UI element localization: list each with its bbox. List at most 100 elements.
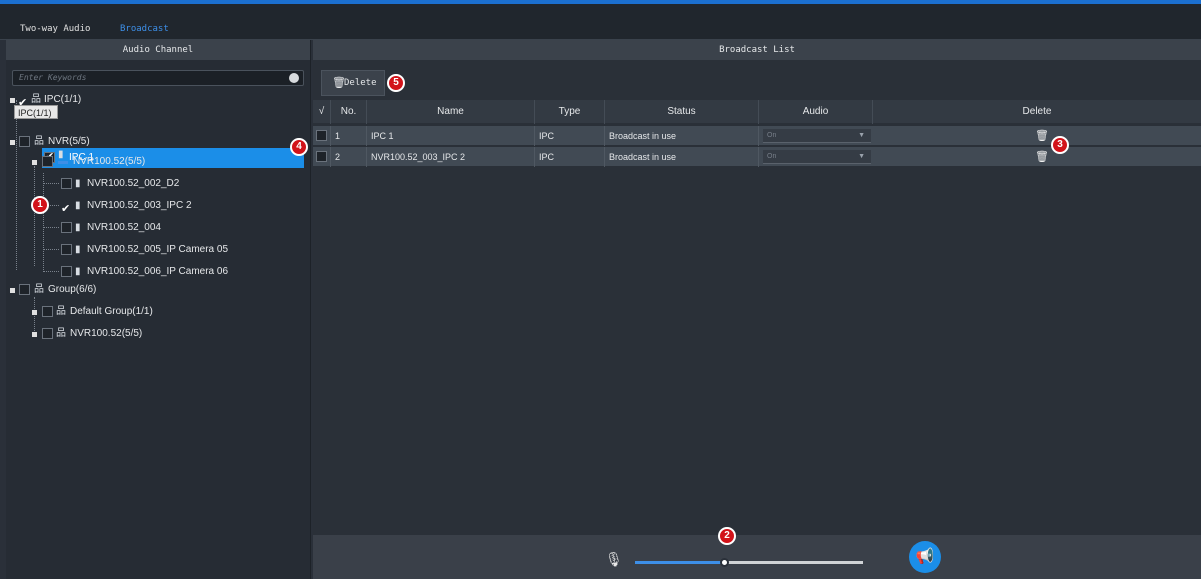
row-name: IPC 1 bbox=[367, 126, 535, 146]
camera-icon: ▮ bbox=[75, 266, 81, 277]
tree-node-camera[interactable]: ▮ NVR100.52_006_IP Camera 06 bbox=[6, 263, 296, 281]
search-input[interactable]: Enter Keywords bbox=[12, 70, 304, 86]
checkbox[interactable] bbox=[42, 156, 53, 167]
delete-button-label: Delete bbox=[344, 78, 377, 88]
tab-bar: Two-way Audio Broadcast bbox=[0, 4, 1201, 43]
row-no: 1 bbox=[331, 126, 367, 146]
checkbox[interactable] bbox=[316, 130, 327, 141]
checkbox[interactable] bbox=[61, 244, 72, 255]
checkbox[interactable] bbox=[61, 266, 72, 277]
expand-icon[interactable] bbox=[32, 160, 37, 165]
tooltip: IPC(1/1) bbox=[14, 105, 58, 119]
volume-slider[interactable] bbox=[635, 558, 863, 567]
checkbox[interactable] bbox=[19, 136, 30, 147]
audio-select[interactable]: On ▼ bbox=[763, 129, 871, 143]
checkbox[interactable]: ✔ bbox=[18, 94, 29, 109]
audio-channel-header: Audio Channel bbox=[6, 40, 310, 60]
network-tree-icon: 品 bbox=[34, 136, 44, 147]
col-type: Type bbox=[535, 100, 605, 124]
col-name: Name bbox=[367, 100, 535, 124]
row-type: IPC bbox=[535, 126, 605, 146]
checkbox[interactable] bbox=[61, 178, 72, 189]
tree-node-default-group[interactable]: 品 Default Group(1/1) bbox=[6, 303, 226, 321]
table-row[interactable]: 2 NVR100.52_003_IPC 2 IPC Broadcast in u… bbox=[313, 147, 1201, 167]
row-name: NVR100.52_003_IPC 2 bbox=[367, 147, 535, 167]
audio-select-value: On bbox=[767, 132, 777, 139]
tree-label: Default Group(1/1) bbox=[70, 306, 153, 317]
trash-icon[interactable]: 🗑 bbox=[1035, 150, 1049, 163]
tree-node-camera[interactable]: ▮ NVR100.52_004 bbox=[6, 219, 286, 237]
chevron-down-icon: ▼ bbox=[858, 132, 865, 139]
col-status: Status bbox=[605, 100, 759, 124]
col-delete: Delete bbox=[1022, 106, 1052, 117]
volume-slider-knob[interactable] bbox=[720, 558, 729, 567]
trash-icon: 🗑 bbox=[332, 76, 346, 89]
checkbox[interactable] bbox=[19, 284, 30, 295]
search-icon[interactable] bbox=[289, 73, 299, 83]
broadcast-list-panel: Broadcast List 🗑 Delete 5 √ No. Name Typ… bbox=[313, 40, 1201, 579]
tree-label: NVR100.52_006_IP Camera 06 bbox=[87, 266, 229, 277]
tree-node-group[interactable]: 品 Group(6/6) bbox=[6, 281, 206, 299]
tree-node-nvr-device[interactable]: ▬ NVR100.52(5/5) bbox=[6, 153, 256, 171]
camera-icon: ▮ bbox=[75, 200, 81, 211]
tree-label: NVR100.52_004 bbox=[87, 222, 161, 233]
callout-4: 4 bbox=[290, 138, 308, 156]
toolbar: 🗑 Delete 5 bbox=[313, 60, 1201, 100]
tree-node-nvr-group[interactable]: 品 NVR(5/5) bbox=[6, 133, 206, 151]
delete-button[interactable]: 🗑 Delete bbox=[321, 70, 385, 96]
network-tree-icon: 品 bbox=[34, 284, 44, 295]
megaphone-icon[interactable]: 📢 bbox=[909, 541, 941, 573]
search-placeholder: Enter Keywords bbox=[19, 73, 87, 82]
checkbox[interactable] bbox=[42, 306, 53, 317]
tree-label: NVR100.52(5/5) bbox=[70, 328, 143, 339]
expand-icon[interactable] bbox=[10, 288, 15, 293]
camera-icon: ▮ bbox=[75, 222, 81, 233]
expand-icon[interactable] bbox=[32, 332, 37, 337]
checkbox[interactable] bbox=[61, 222, 72, 233]
tab-broadcast[interactable]: Broadcast bbox=[120, 24, 169, 40]
expand-icon[interactable] bbox=[10, 98, 15, 103]
tree-node-camera[interactable]: ▮ NVR100.52_005_IP Camera 05 bbox=[6, 241, 296, 259]
expand-icon[interactable] bbox=[10, 140, 15, 145]
microphone-icon[interactable]: 🎙 bbox=[605, 551, 623, 571]
callout-2: 2 bbox=[718, 527, 736, 545]
col-audio: Audio bbox=[759, 100, 873, 124]
camera-icon: ▮ bbox=[75, 178, 81, 189]
tree-label: Group(6/6) bbox=[48, 284, 97, 295]
row-no: 2 bbox=[331, 147, 367, 167]
row-type: IPC bbox=[535, 147, 605, 167]
trash-icon[interactable]: 🗑 bbox=[1035, 129, 1049, 142]
row-checkbox-cell[interactable] bbox=[313, 147, 331, 167]
callout-1: 1 bbox=[31, 196, 49, 214]
table-header: √ No. Name Type Status Audio Delete bbox=[313, 100, 1201, 124]
expand-icon[interactable] bbox=[32, 310, 37, 315]
audio-select[interactable]: On ▼ bbox=[763, 150, 871, 164]
network-tree-icon: 品 bbox=[56, 328, 66, 339]
tree-node-camera[interactable]: ▮ NVR100.52_002_D2 bbox=[6, 175, 286, 193]
callout-3: 3 bbox=[1051, 136, 1069, 154]
camera-icon: ▮ bbox=[75, 244, 81, 255]
network-tree-icon: 品 bbox=[56, 306, 66, 317]
chevron-down-icon: ▼ bbox=[858, 153, 865, 160]
audio-channel-panel: Audio Channel Enter Keywords ✔ 品 IPC(1/1… bbox=[6, 40, 311, 579]
tree-label: NVR100.52_002_D2 bbox=[87, 178, 180, 189]
checkbox[interactable]: ✔ bbox=[61, 200, 72, 215]
row-status: Broadcast in use bbox=[605, 126, 759, 146]
callout-5: 5 bbox=[387, 74, 405, 92]
broadcast-list-header: Broadcast List bbox=[313, 40, 1201, 60]
audio-select-value: On bbox=[767, 153, 777, 160]
checkbox[interactable] bbox=[42, 328, 53, 339]
tree-label: NVR100.52_005_IP Camera 05 bbox=[87, 244, 229, 255]
tree-label: NVR100.52(5/5) bbox=[73, 156, 146, 167]
checkbox[interactable] bbox=[316, 151, 327, 162]
tab-two-way-audio[interactable]: Two-way Audio bbox=[20, 24, 90, 40]
col-no: No. bbox=[331, 100, 367, 124]
nvr-icon: ▬ bbox=[58, 156, 68, 167]
row-status: Broadcast in use bbox=[605, 147, 759, 167]
row-checkbox-cell[interactable] bbox=[313, 126, 331, 146]
col-select[interactable]: √ bbox=[313, 100, 331, 124]
tree-label: NVR(5/5) bbox=[48, 136, 90, 147]
tree-node-group-nvr[interactable]: 品 NVR100.52(5/5) bbox=[6, 325, 226, 343]
tree-label: NVR100.52_003_IPC 2 bbox=[87, 200, 192, 211]
volume-slider-fill bbox=[635, 561, 724, 564]
